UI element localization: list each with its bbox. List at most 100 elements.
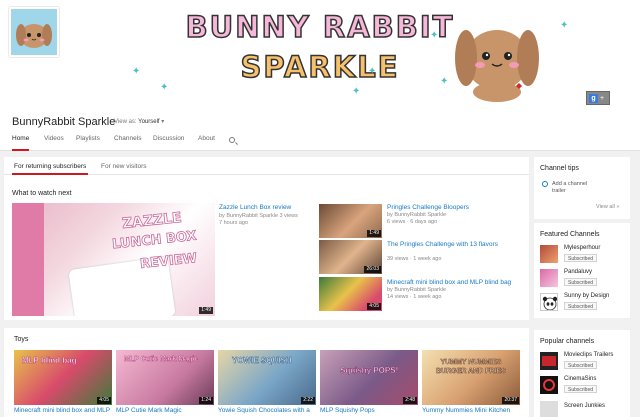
video-meta: 39 views · 1 week ago xyxy=(387,256,442,262)
home-feed: For returning subscribers For new visito… xyxy=(4,157,529,320)
toys-shelf: Toys MLP blind bag 4:05 Minecraft mini b… xyxy=(4,328,529,417)
channel-avatar[interactable] xyxy=(540,245,558,263)
shelf-video-title[interactable]: Yowie Squish Chocolates with a xyxy=(218,407,318,414)
shelf-video-title[interactable]: Minecraft mini blind box and MLP xyxy=(14,407,114,414)
channel-avatar[interactable] xyxy=(540,269,558,287)
tab-channels[interactable]: Channels xyxy=(114,135,141,151)
thumbnail-overlay-text: YOWIE SQUISH xyxy=(232,356,292,366)
banner-edit-button[interactable]: g + xyxy=(586,91,610,105)
google-icon: g xyxy=(589,94,598,103)
panda-icon xyxy=(542,296,557,310)
related-video-thumbnail[interactable]: 26:03 xyxy=(319,240,382,274)
sparkle-icon: ✦ xyxy=(132,66,141,77)
channel-banner: BUNNY RABBIT SPARKLE ✦ ✦ ✦ ✦ ✦ ✦ ✦ g + xyxy=(0,0,640,107)
shelf-video-thumbnail[interactable]: MLP blind bag 4:05 xyxy=(14,350,112,405)
sparkle-icon: ✦ xyxy=(160,82,169,93)
video-duration: 4:05 xyxy=(97,397,111,404)
tab-discussion[interactable]: Discussion xyxy=(153,135,184,151)
shelf-video-thumbnail[interactable]: YUMMY NUMMIES BURGER AND FRIES 20:37 xyxy=(422,350,520,405)
search-icon[interactable] xyxy=(229,137,235,143)
channel-name[interactable]: BunnyRabbit Sparkle xyxy=(12,116,115,128)
video-duration: 20:37 xyxy=(502,397,519,404)
featured-channel-name[interactable]: Sunny by Design xyxy=(564,293,609,299)
related-video-title[interactable]: The Pringles Challenge with 13 flavors xyxy=(387,241,498,248)
video-meta: 14 views · 1 week ago xyxy=(387,294,442,300)
popular-channel-name[interactable]: Screen Junkies xyxy=(564,403,605,409)
video-duration: 26:03 xyxy=(364,266,381,273)
subscribed-button[interactable]: Subscribed xyxy=(564,254,598,262)
video-byline[interactable]: by BunnyRabbit Sparkle xyxy=(387,212,446,218)
video-duration: 1:49 xyxy=(367,230,381,237)
video-duration: 4:05 xyxy=(367,303,381,310)
channel-avatar[interactable] xyxy=(540,376,558,394)
bunny-avatar-icon xyxy=(16,24,52,48)
sparkle-icon: ✦ xyxy=(352,86,361,97)
channel-avatar[interactable] xyxy=(540,401,558,417)
thumbnail-overlay-text: ZAZZLE xyxy=(121,209,183,233)
subscribed-button[interactable]: Subscribed xyxy=(564,361,598,369)
thumbnail-overlay-text: Squishy POPS! xyxy=(340,366,399,376)
thumbnail-overlay-text: MLP blind bag xyxy=(22,356,77,365)
popular-channels-panel: Popular channels Movieclips Trailers Sub… xyxy=(534,330,630,417)
sparkle-icon: ✦ xyxy=(430,30,439,41)
section-title: What to watch next xyxy=(12,190,72,197)
shelf-video-thumbnail[interactable]: MLP Cutie Mark Magic 1:24 xyxy=(116,350,214,405)
channel-tips-heading: Channel tips xyxy=(540,165,579,172)
visitor-tabs: For returning subscribers For new visito… xyxy=(4,157,529,175)
thumbnail-overlay-text: LUNCH BOX xyxy=(111,228,198,253)
tip-radio[interactable] xyxy=(542,181,548,187)
video-duration: 1:49 xyxy=(199,307,213,314)
sparkle-icon: ✦ xyxy=(560,20,569,31)
related-video-title[interactable]: Minecraft mini blind box and MLP blind b… xyxy=(387,279,511,286)
thumbnail-overlay-text: REVIEW xyxy=(139,251,198,273)
popular-channel-name[interactable]: Movieclips Trailers xyxy=(564,352,613,358)
video-byline[interactable]: by BunnyRabbit Sparkle xyxy=(219,213,278,219)
bunny-mascot-icon xyxy=(455,30,539,102)
channel-tips-panel: Channel tips Add a channel trailer View … xyxy=(534,157,630,219)
sparkle-icon: ✦ xyxy=(440,76,449,87)
video-meta: 6 views · 6 days ago xyxy=(387,219,438,225)
featured-channels-panel: Featured Channels Mylesperhour Subscribe… xyxy=(534,223,630,318)
subscribed-button[interactable]: Subscribed xyxy=(564,385,598,393)
channel-avatar[interactable] xyxy=(9,7,59,57)
tab-playlists[interactable]: Playlists xyxy=(76,135,100,151)
channel-avatar[interactable] xyxy=(540,293,558,311)
related-video-thumbnail[interactable]: 1:49 xyxy=(319,204,382,238)
video-duration: 1:24 xyxy=(199,397,213,404)
tab-new-visitors[interactable]: For new visitors xyxy=(101,163,147,170)
shelf-video-title[interactable]: Yummy Nummies Mini Kitchen xyxy=(422,407,522,414)
video-byline[interactable]: by BunnyRabbit Sparkle xyxy=(387,287,446,293)
chevron-down-icon: ▾ xyxy=(161,119,165,125)
related-video-title[interactable]: Pringles Challenge Bloopers xyxy=(387,204,469,211)
shelf-video-title[interactable]: MLP Cutie Mark Magic xyxy=(116,407,216,414)
view-as-label: View as: xyxy=(114,119,137,125)
tab-videos[interactable]: Videos xyxy=(44,135,64,151)
featured-video-thumbnail[interactable]: ZAZZLE LUNCH BOX REVIEW 1:49 xyxy=(12,203,215,316)
tab-about[interactable]: About xyxy=(198,135,215,151)
view-as-selector[interactable]: View as: Yourself ▾ xyxy=(114,118,164,125)
shelf-video-thumbnail[interactable]: Squishy POPS! 2:48 xyxy=(320,350,418,405)
shelf-video-title[interactable]: MLP Squishy Pops xyxy=(320,407,420,414)
popular-channels-heading: Popular channels xyxy=(540,338,595,345)
tab-home[interactable]: Home xyxy=(12,135,30,151)
featured-channel-name[interactable]: Pandaluvy xyxy=(564,269,592,275)
view-as-value: Yourself xyxy=(138,119,160,125)
thumbnail-overlay-text: YUMMY NUMMIES BURGER AND FRIES xyxy=(436,359,506,376)
sparkle-icon: ✦ xyxy=(368,66,377,77)
featured-channel-name[interactable]: Mylesperhour xyxy=(564,245,600,251)
subscribed-button[interactable]: Subscribed xyxy=(564,278,598,286)
video-age: 7 hours ago xyxy=(219,220,249,226)
channel-avatar[interactable] xyxy=(540,352,558,370)
featured-video-title[interactable]: Zazzle Lunch Box review xyxy=(219,204,291,211)
tip-text[interactable]: Add a channel trailer xyxy=(552,181,602,195)
tab-returning-subscribers[interactable]: For returning subscribers xyxy=(11,163,89,175)
google-plus-icon: + xyxy=(600,95,605,102)
related-video-thumbnail[interactable]: 4:05 xyxy=(319,277,382,311)
popular-channel-name[interactable]: CinemaSins xyxy=(564,376,596,382)
thumbnail-overlay-text: MLP Cutie Mark Magic xyxy=(124,356,199,363)
view-all-link[interactable]: View all » xyxy=(596,204,619,210)
shelf-video-thumbnail[interactable]: YOWIE SQUISH 2:22 xyxy=(218,350,316,405)
channel-header: BunnyRabbit Sparkle View as: Yourself ▾ … xyxy=(0,107,640,151)
subscribed-button[interactable]: Subscribed xyxy=(564,302,598,310)
shelf-title[interactable]: Toys xyxy=(14,336,28,343)
